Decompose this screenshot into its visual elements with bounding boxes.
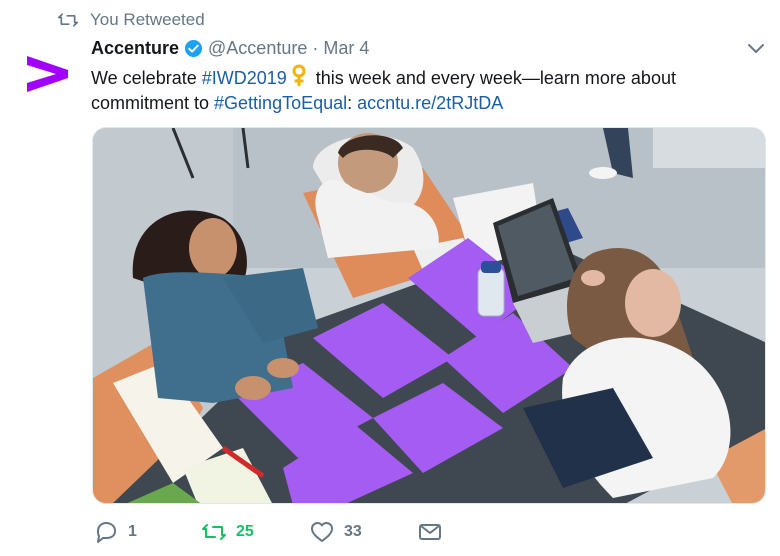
retweet-icon [58,13,78,27]
heart-icon [311,522,333,542]
like-count: 33 [344,523,362,540]
header-separator: · [312,37,319,58]
reply-icon [97,522,116,543]
chevron-down-icon [748,44,764,53]
accenture-logo-icon [27,56,68,92]
direct-message-button[interactable] [418,522,458,542]
retweet-context-label: You Retweeted [90,10,205,29]
tweet-date[interactable]: Mar 4 [323,38,369,59]
tweet-actions: 1 25 33 [94,519,458,545]
reply-count: 1 [128,523,137,540]
hashtag-link[interactable]: #IWD2019 [202,68,287,88]
female-sign-icon [292,64,306,86]
hashtag-link[interactable]: #GettingToEqual [214,93,347,113]
tweet-menu-button[interactable] [746,39,766,59]
avatar[interactable] [24,50,70,96]
retweet-button[interactable]: 25 [202,523,310,541]
verified-badge-icon [184,39,203,58]
retweet-icon [202,524,226,540]
author-name[interactable]: Accenture [91,38,179,59]
tweet-text: We celebrate #IWD2019 this week and ever… [91,64,751,116]
url-link[interactable]: accntu.re/2tRJtDA [357,93,503,113]
retweet-count: 25 [236,523,254,540]
photo-illustration [93,128,765,503]
envelope-icon [419,524,441,540]
author-handle[interactable]: @Accenture [208,38,307,59]
like-button[interactable]: 33 [310,521,418,543]
tweet-header: Accenture @Accenture · Mar 4 [91,36,369,60]
reply-button[interactable]: 1 [94,521,202,543]
retweet-context: You Retweeted [58,9,205,31]
tweet-media-photo[interactable] [92,127,766,504]
tweet-text-part: : [347,93,358,113]
tweet-text-part: We celebrate [91,68,202,88]
